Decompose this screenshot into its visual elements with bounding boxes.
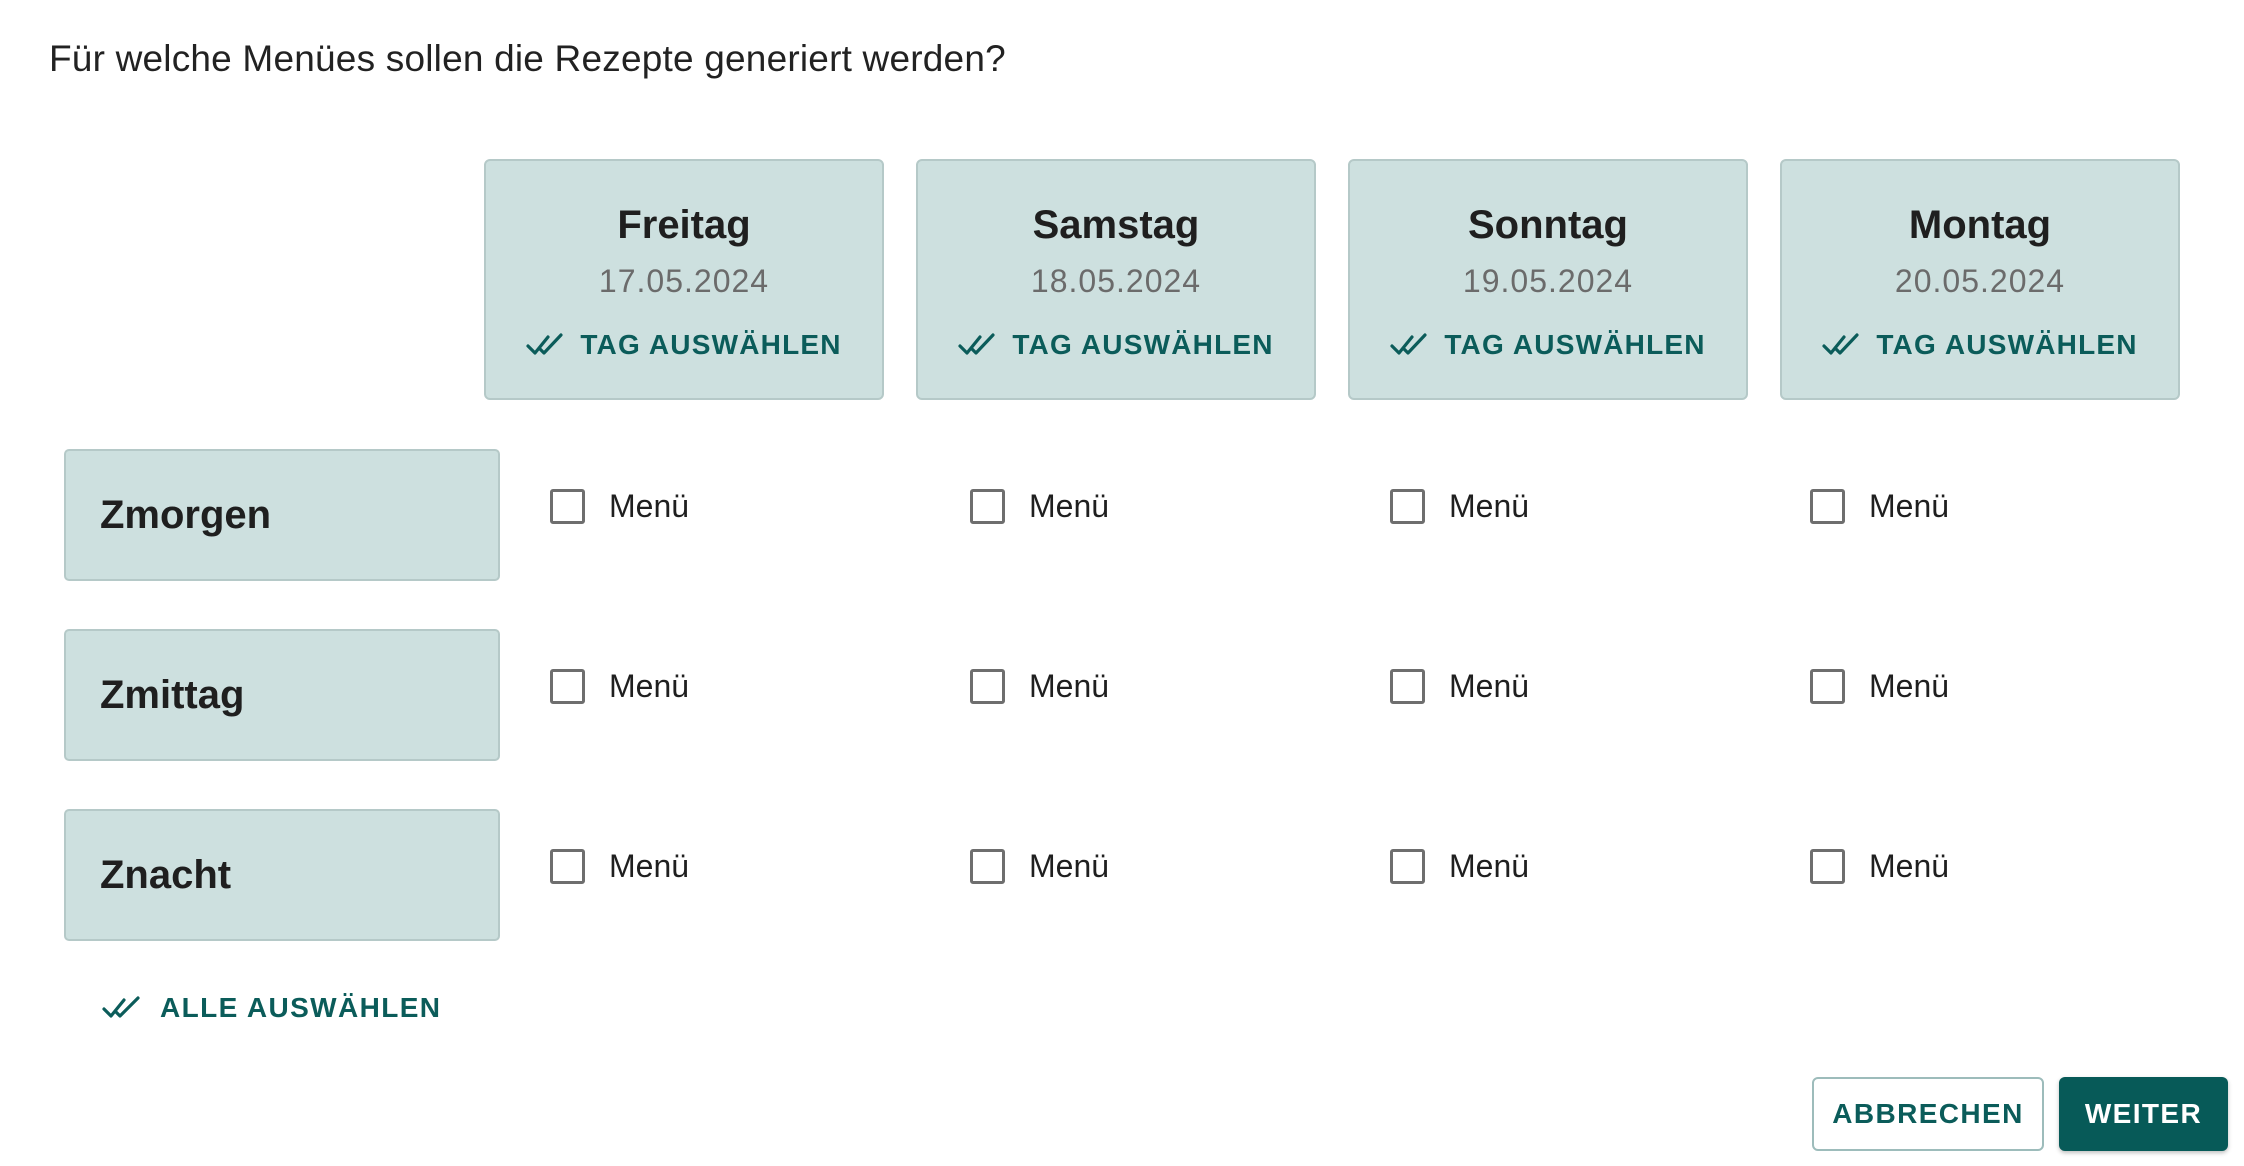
menu-checkbox-zmorgen-samstag[interactable]: Menü	[970, 488, 1109, 525]
menu-checkbox-zmittag-sonntag[interactable]: Menü	[1390, 668, 1529, 705]
day-card-samstag: Samstag 18.05.2024 TAG AUSWÄHLEN	[916, 159, 1316, 400]
select-day-label: TAG AUSWÄHLEN	[580, 329, 842, 360]
checkbox-label: Menü	[1449, 488, 1530, 524]
checkbox[interactable]	[970, 489, 1005, 524]
checkbox[interactable]	[1810, 849, 1845, 884]
checkbox[interactable]	[970, 669, 1005, 704]
checkbox-label: Menü	[609, 488, 690, 524]
select-day-button[interactable]: TAG AUSWÄHLEN	[1350, 329, 1746, 361]
cancel-button[interactable]: ABBRECHEN	[1812, 1077, 2044, 1151]
select-day-button[interactable]: TAG AUSWÄHLEN	[486, 329, 882, 361]
day-card-freitag: Freitag 17.05.2024 TAG AUSWÄHLEN	[484, 159, 884, 400]
day-card-sonntag: Sonntag 19.05.2024 TAG AUSWÄHLEN	[1348, 159, 1748, 400]
checkbox[interactable]	[1390, 669, 1425, 704]
checkbox-label: Menü	[1869, 848, 1950, 884]
menu-checkbox-znacht-samstag[interactable]: Menü	[970, 848, 1109, 885]
double-check-icon	[1390, 333, 1430, 357]
menu-checkbox-zmittag-freitag[interactable]: Menü	[550, 668, 689, 705]
select-day-label: TAG AUSWÄHLEN	[1012, 329, 1274, 360]
checkbox[interactable]	[1810, 669, 1845, 704]
checkbox[interactable]	[1390, 849, 1425, 884]
select-day-label: TAG AUSWÄHLEN	[1876, 329, 2138, 360]
menu-checkbox-znacht-freitag[interactable]: Menü	[550, 848, 689, 885]
day-date: 20.05.2024	[1894, 263, 2066, 299]
day-name: Sonntag	[1468, 203, 1628, 247]
menu-checkbox-zmittag-montag[interactable]: Menü	[1810, 668, 1949, 705]
menu-checkbox-znacht-sonntag[interactable]: Menü	[1390, 848, 1529, 885]
checkbox[interactable]	[1810, 489, 1845, 524]
day-name: Montag	[1908, 203, 2052, 247]
checkbox[interactable]	[970, 849, 1005, 884]
checkbox-label: Menü	[1869, 488, 1950, 524]
meal-label: Znacht	[100, 853, 232, 897]
day-date: 19.05.2024	[1462, 263, 1634, 299]
meal-card-zmorgen: Zmorgen	[64, 449, 500, 581]
checkbox-label: Menü	[609, 668, 690, 704]
menu-checkbox-zmorgen-freitag[interactable]: Menü	[550, 488, 689, 525]
double-check-icon	[1822, 333, 1862, 357]
checkbox-label: Menü	[1029, 488, 1110, 524]
double-check-icon	[958, 333, 998, 357]
checkbox[interactable]	[550, 489, 585, 524]
day-date: 17.05.2024	[598, 263, 770, 299]
checkbox[interactable]	[1390, 489, 1425, 524]
menu-checkbox-zmittag-samstag[interactable]: Menü	[970, 668, 1109, 705]
meal-card-znacht: Znacht	[64, 809, 500, 941]
select-day-button[interactable]: TAG AUSWÄHLEN	[1782, 329, 2178, 361]
checkbox-label: Menü	[1029, 848, 1110, 884]
day-date: 18.05.2024	[1030, 263, 1202, 299]
checkbox[interactable]	[550, 669, 585, 704]
double-check-icon	[102, 995, 144, 1021]
day-name: Freitag	[617, 203, 751, 247]
next-button[interactable]: WEITER	[2059, 1077, 2228, 1151]
checkbox-label: Menü	[1449, 668, 1530, 704]
checkbox-label: Menü	[1449, 848, 1530, 884]
double-check-icon	[526, 333, 566, 357]
checkbox-label: Menü	[609, 848, 690, 884]
meal-label: Zmittag	[100, 673, 245, 717]
select-all-button[interactable]: ALLE AUSWÄHLEN	[102, 992, 441, 1024]
select-all-label: ALLE AUSWÄHLEN	[160, 992, 442, 1023]
checkbox[interactable]	[550, 849, 585, 884]
menu-checkbox-znacht-montag[interactable]: Menü	[1810, 848, 1949, 885]
menu-checkbox-zmorgen-montag[interactable]: Menü	[1810, 488, 1949, 525]
dialog-title: Für welche Menües sollen die Rezepte gen…	[49, 38, 1006, 79]
checkbox-label: Menü	[1029, 668, 1110, 704]
day-name: Samstag	[1032, 203, 1200, 247]
day-card-montag: Montag 20.05.2024 TAG AUSWÄHLEN	[1780, 159, 2180, 400]
meal-card-zmittag: Zmittag	[64, 629, 500, 761]
select-day-label: TAG AUSWÄHLEN	[1444, 329, 1706, 360]
select-day-button[interactable]: TAG AUSWÄHLEN	[918, 329, 1314, 361]
checkbox-label: Menü	[1869, 668, 1950, 704]
meal-label: Zmorgen	[100, 493, 272, 537]
menu-checkbox-zmorgen-sonntag[interactable]: Menü	[1390, 488, 1529, 525]
